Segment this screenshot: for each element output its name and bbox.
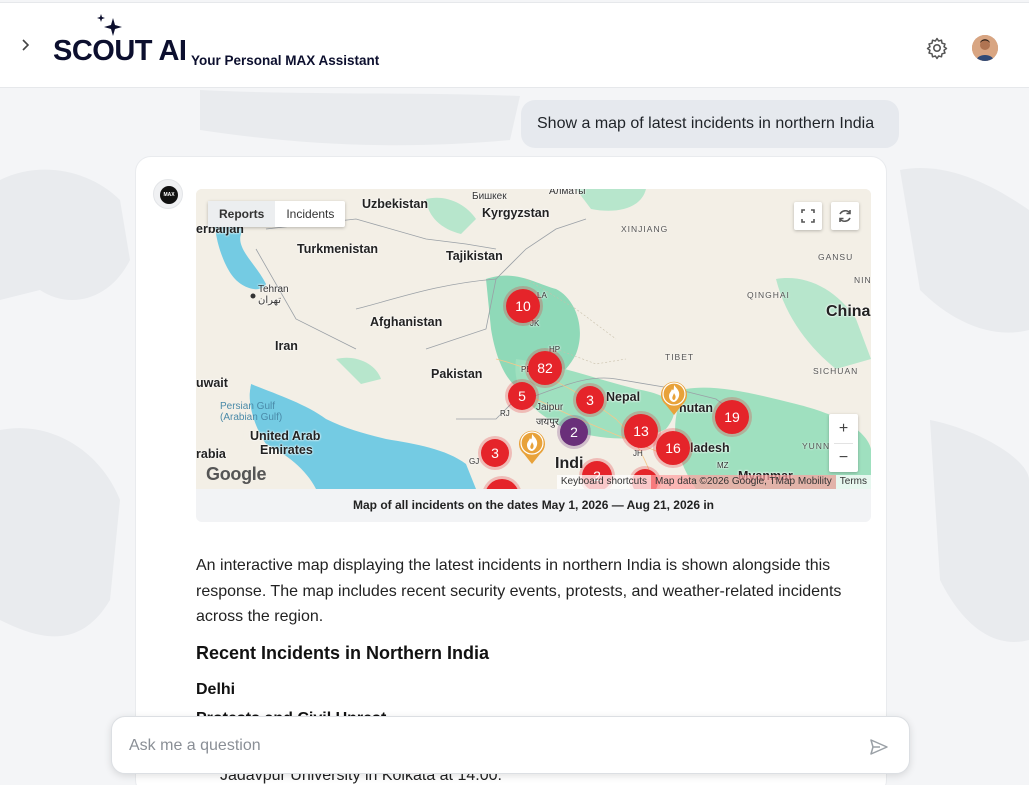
incident-cluster[interactable]: 5 — [508, 382, 536, 410]
assistant-avatar: MAX — [153, 179, 183, 209]
incident-cluster[interactable]: 3 — [576, 386, 604, 414]
label-xinjiang: XINJIANG — [621, 224, 669, 234]
brand-name: SCOUT AI — [53, 35, 187, 67]
label-jaipur-hi: जयपुर — [536, 417, 559, 428]
section-heading: Recent Incidents in Northern India — [196, 643, 490, 663]
incident-cluster[interactable]: 13 — [624, 414, 658, 448]
label-arabian-gulf: (Arabian Gulf) — [220, 412, 283, 423]
map-data-link[interactable]: Map data ©2026 Google, TMap Mobility — [651, 475, 836, 489]
send-icon[interactable] — [869, 738, 889, 756]
terms-link[interactable]: Terms — [835, 475, 871, 489]
user-message-bubble: Show a map of latest incidents in northe… — [521, 100, 899, 148]
incident-cluster[interactable]: 19 — [715, 400, 749, 434]
incident-map[interactable]: Uzbekistan Kyrgyzstan erbaijan Turkmenis… — [196, 189, 871, 489]
label-kuwait: uwait — [196, 376, 228, 390]
assistant-response-card: MAX Uzbekistan Kyrgyzstan erbaijan Turkm… — [135, 156, 887, 785]
label-iran: Iran — [275, 339, 298, 353]
label-tajikistan: Tajikistan — [446, 249, 503, 263]
label-bangladesh: ladesh — [690, 441, 730, 455]
incident-cluster[interactable]: 2 — [560, 418, 588, 446]
assistant-avatar-label: MAX — [160, 186, 178, 204]
label-qinghai: QINGHAI — [747, 290, 790, 300]
label-uae-line2: Emirates — [260, 443, 313, 457]
label-almaty: Алматы — [549, 189, 586, 197]
map-tab-group: Reports Incidents — [208, 201, 346, 227]
label-nepal: Nepal — [606, 390, 641, 404]
map-caption: Map of all incidents on the dates May 1,… — [353, 498, 714, 512]
label-gansu: GANSU — [818, 252, 854, 262]
incident-cluster[interactable]: 3 — [481, 439, 509, 467]
zoom-out-button[interactable]: − — [829, 443, 858, 472]
refresh-icon — [839, 209, 851, 223]
label-rj: RJ — [500, 409, 510, 418]
fire-icon[interactable] — [658, 378, 690, 416]
label-gj: GJ — [469, 457, 480, 466]
tab-incidents[interactable]: Incidents — [275, 201, 345, 227]
label-uzbekistan: Uzbekistan — [362, 197, 428, 211]
label-tehran: Tehran — [258, 284, 289, 295]
label-tibet: TIBET — [665, 352, 695, 362]
incident-cluster[interactable]: 16 — [656, 431, 690, 465]
incident-map-container: Uzbekistan Kyrgyzstan erbaijan Turkmenis… — [196, 189, 871, 522]
keyboard-shortcuts-link[interactable]: Keyboard shortcuts — [556, 475, 652, 489]
label-afghanistan: Afghanistan — [370, 315, 443, 329]
ask-input[interactable] — [129, 734, 829, 758]
refresh-button[interactable] — [831, 202, 859, 230]
label-pakistan: Pakistan — [431, 367, 483, 381]
zoom-in-button[interactable]: + — [829, 414, 858, 443]
label-mz: MZ — [717, 461, 729, 470]
label-turkmenistan: Turkmenistan — [297, 242, 379, 256]
label-jh: JH — [633, 449, 643, 458]
tab-reports[interactable]: Reports — [208, 201, 276, 227]
fullscreen-icon — [801, 209, 815, 223]
gear-icon[interactable] — [925, 36, 949, 60]
label-uae-line1: United Arab — [250, 429, 321, 443]
response-paragraph: An interactive map displaying the latest… — [196, 557, 842, 625]
label-sichuan: SICHUAN — [813, 366, 859, 376]
avatar[interactable] — [972, 35, 998, 61]
app-header: SCOUT AI Your Personal MAX Assistant — [0, 2, 1029, 88]
chevron-right-icon[interactable] — [16, 36, 34, 54]
incident-cluster[interactable]: 82 — [528, 351, 562, 385]
label-jaipur: Jaipur — [536, 402, 564, 413]
label-tehran-fa: تهران — [258, 295, 282, 306]
label-india: Indi — [555, 455, 584, 472]
label-china: China — [826, 303, 871, 320]
label-bishkek: Бишкек — [472, 191, 507, 202]
fullscreen-button[interactable] — [794, 202, 822, 230]
label-kyrgyzstan: Kyrgyzstan — [482, 206, 550, 220]
label-arabia: rabia — [196, 447, 226, 461]
google-logo: Google — [206, 464, 267, 484]
label-ningxia: NIN — [854, 275, 871, 285]
fire-icon[interactable] — [516, 427, 548, 465]
composer — [111, 716, 910, 774]
incident-cluster[interactable]: 10 — [506, 289, 540, 323]
map-attribution: Keyboard shortcuts Map data ©2026 Google… — [556, 475, 871, 489]
label-persian-gulf: Persian Gulf — [220, 401, 276, 412]
zoom-controls: + − — [829, 414, 858, 472]
subheading-city: Delhi — [196, 681, 236, 698]
brand-tagline: Your Personal MAX Assistant — [191, 53, 380, 68]
